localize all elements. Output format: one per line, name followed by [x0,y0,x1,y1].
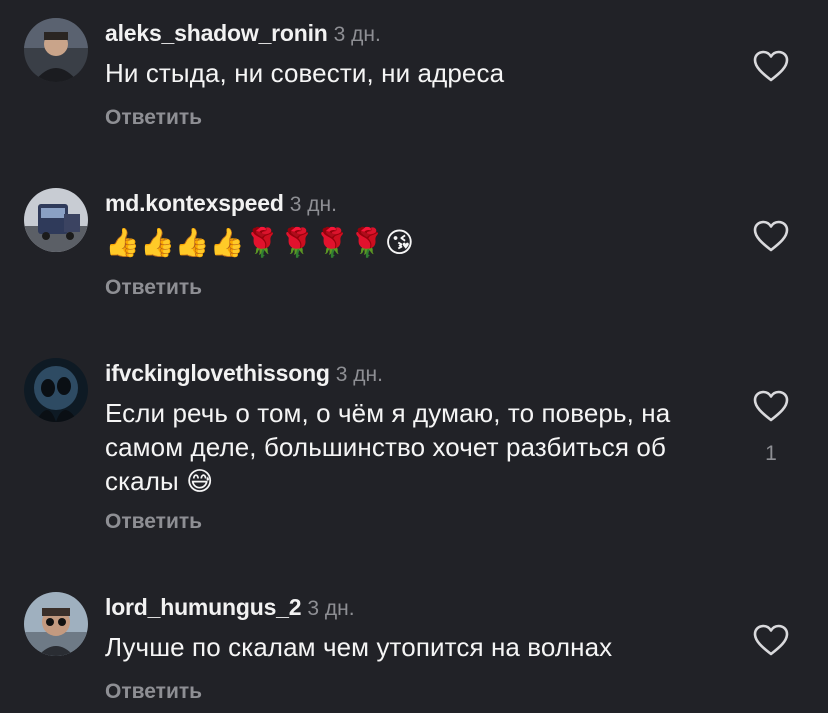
comment-text: Лучше по скалам чем утопится на волнах [105,632,613,662]
like-button[interactable] [752,219,790,253]
avatar[interactable] [24,18,88,82]
reply-button[interactable]: Ответить [105,679,202,705]
avatar[interactable] [24,188,88,252]
heart-outline-icon [753,50,789,82]
timestamp: 3 дн. [307,597,355,620]
heart-outline-icon [753,624,789,656]
like-button[interactable] [752,49,790,83]
username[interactable]: lord_humungus_2 [105,594,302,620]
username[interactable]: md.kontexspeed [105,190,284,216]
heart-outline-icon [753,220,789,252]
avatar[interactable] [24,358,88,422]
comment-text: 👍👍👍👍🌹🌹🌹🌹😘 [105,226,414,259]
username[interactable]: ifvckinglovethissong [105,360,330,386]
comment-header: aleks_shadow_ronin 3 дн. [105,19,381,51]
reply-button[interactable]: Ответить [105,275,202,301]
avatar-image [24,18,88,82]
avatar-image [24,592,88,656]
avatar[interactable] [24,592,88,656]
like-button[interactable] [752,623,790,657]
avatar-image [24,358,88,422]
comment-text: Ни стыда, ни совести, ни адреса [105,58,505,88]
heart-outline-icon [753,390,789,422]
comment-header: lord_humungus_2 3 дн. [105,593,355,625]
reply-button[interactable]: Ответить [105,509,202,535]
like-button[interactable] [752,389,790,423]
like-count: 1 [765,442,777,465]
avatar-image [24,188,88,252]
username[interactable]: aleks_shadow_ronin [105,20,328,46]
timestamp: 3 дн. [289,193,337,216]
comment-header: ifvckinglovethissong 3 дн. [105,359,383,391]
comment-header: md.kontexspeed 3 дн. [105,189,337,221]
reply-button[interactable]: Ответить [105,105,202,131]
comment-text: Если речь о том, о чём я думаю, то повер… [105,398,671,496]
timestamp: 3 дн. [333,23,381,46]
timestamp: 3 дн. [335,363,383,386]
